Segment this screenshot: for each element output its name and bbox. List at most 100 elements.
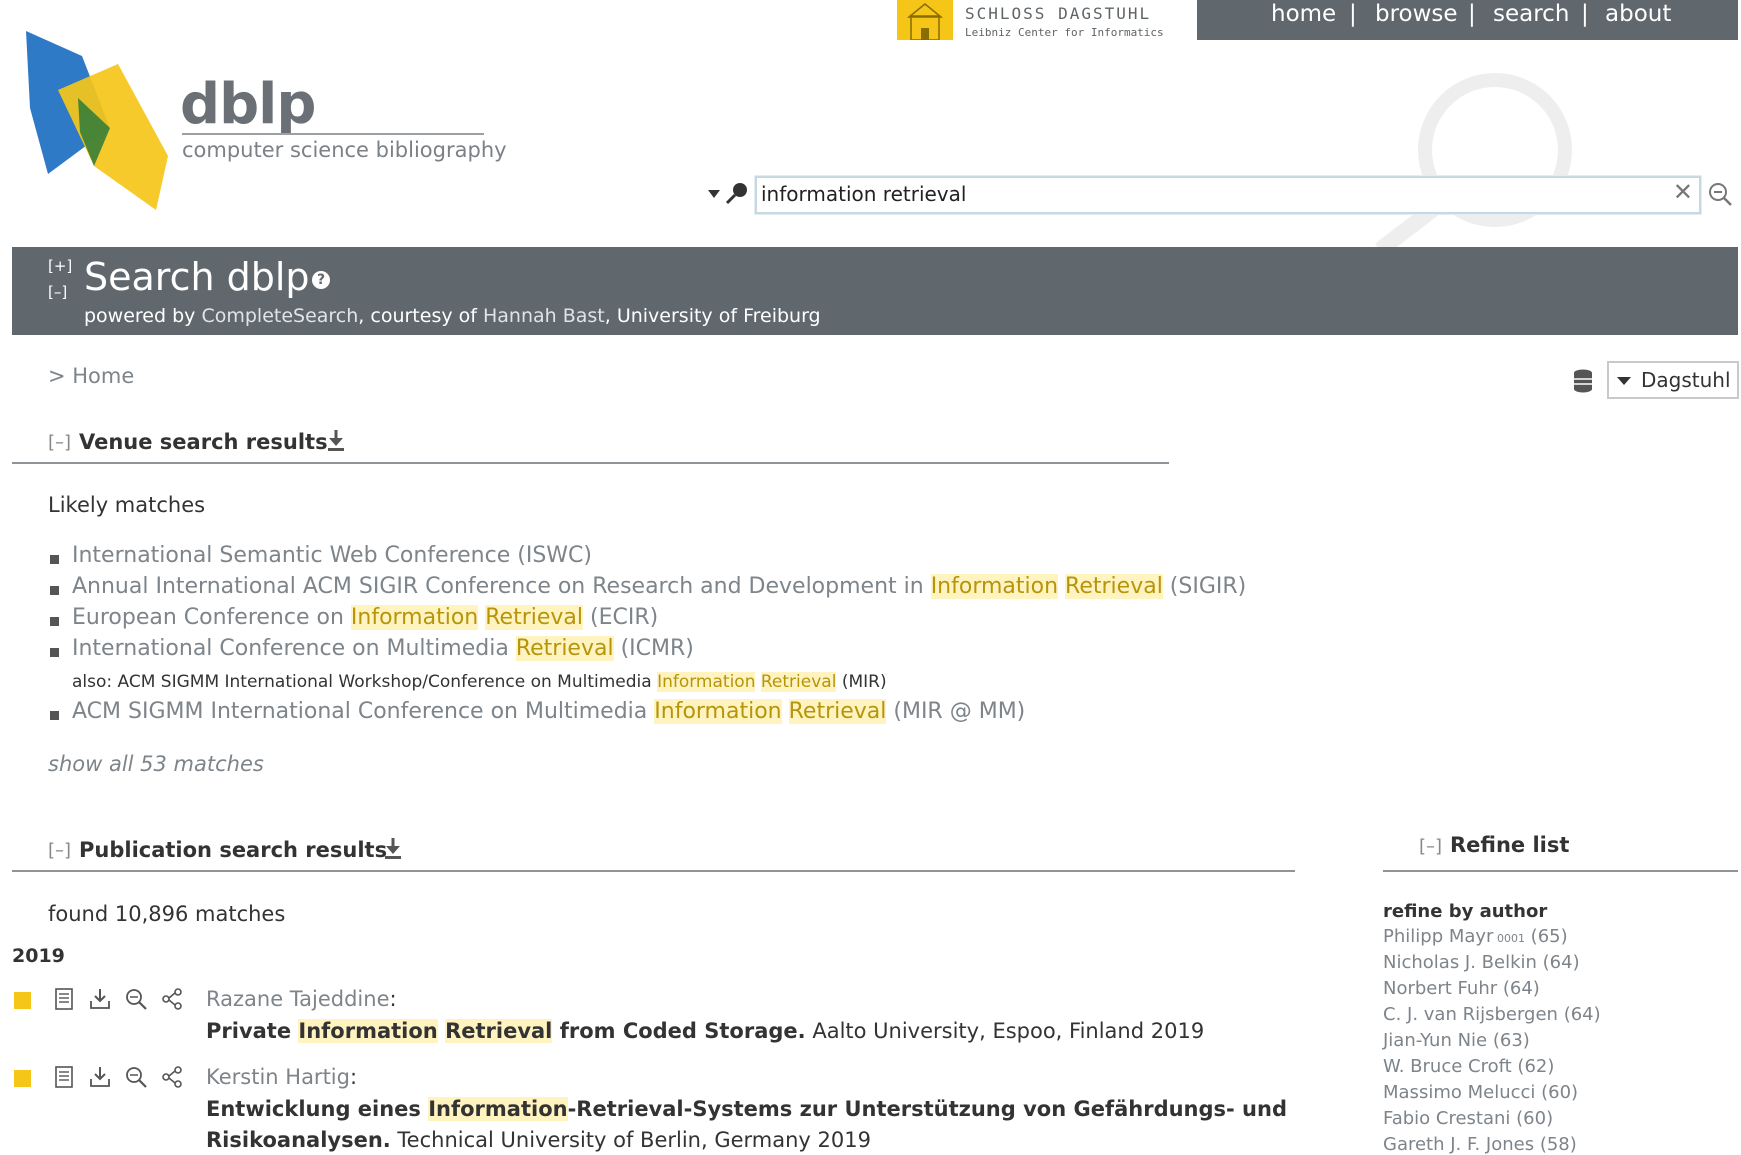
publication-author[interactable]: Razane Tajeddine: (206, 987, 397, 1011)
text-segment: -Retrieval-Systems zur Unterstützung von… (567, 1097, 1287, 1121)
refine-author-item[interactable]: Philipp Mayr 0001 (65) (1383, 926, 1568, 947)
refine-author-count: (64) (1557, 1004, 1601, 1025)
highlighted-term: Retrieval (445, 1019, 553, 1043)
hannah-bast-link[interactable]: Hannah Bast (483, 305, 605, 327)
author-name[interactable]: Kerstin Hartig (206, 1065, 350, 1089)
refine-section-toggle[interactable]: [–] (1419, 836, 1442, 857)
search-history-icon[interactable] (1706, 181, 1734, 207)
nav-home[interactable]: home (1271, 1, 1336, 27)
dagstuhl-subtitle: Leibniz Center for Informatics (965, 26, 1164, 39)
venue-link[interactable]: International Semantic Web Conference (I… (72, 543, 592, 568)
affiliation-text: , University of Freiburg (604, 305, 821, 327)
refine-author-count: (62) (1511, 1056, 1555, 1077)
mirror-selected-value: Dagstuhl (1641, 368, 1731, 392)
refine-author-item[interactable]: Massimo Melucci (60) (1383, 1082, 1578, 1103)
chevron-down-icon (1617, 377, 1631, 385)
expand-all-toggle[interactable]: [+] (48, 257, 72, 275)
search-record-icon[interactable] (124, 987, 148, 1011)
text-segment: Entwicklung eines (206, 1097, 429, 1121)
dagstuhl-banner[interactable]: SCHLOSS DAGSTUHL Leibniz Center for Info… (897, 0, 1171, 41)
mirror-select[interactable]: Dagstuhl (1607, 361, 1739, 399)
venue-link[interactable]: Annual International ACM SIGIR Conferenc… (72, 574, 1246, 599)
publication-type-icon (14, 992, 31, 1009)
nav-about[interactable]: about (1605, 1, 1671, 27)
magnifier-watermark-icon (1370, 70, 1590, 257)
author-name[interactable]: Razane Tajeddine (206, 987, 390, 1011)
highlighted-term: Information (350, 605, 479, 630)
refine-author-count: (58) (1534, 1134, 1577, 1155)
highlighted-term: Information (657, 672, 756, 692)
share-icon[interactable] (160, 987, 184, 1011)
nav-search[interactable]: search (1493, 1, 1569, 27)
electronic-edition-icon[interactable] (52, 987, 76, 1011)
venue-section-toggle[interactable]: [–] (48, 432, 71, 453)
refine-author-name: Fabio Crestani (1383, 1108, 1511, 1129)
search-icon[interactable] (724, 180, 750, 206)
also-venue-note[interactable]: also: ACM SIGMM International Workshop/C… (72, 672, 887, 692)
venue-link[interactable]: European Conference on Information Retri… (72, 605, 658, 630)
nav-browse[interactable]: browse (1375, 1, 1458, 27)
clear-search-icon[interactable]: ✕ (1673, 178, 1693, 206)
help-icon[interactable]: ? (312, 271, 330, 289)
logo-wordmark: dblp (180, 72, 316, 137)
highlighted-term: Retrieval (1065, 574, 1163, 599)
export-record-icon[interactable] (88, 1065, 112, 1089)
venue-link[interactable]: ACM SIGMM International Conference on Mu… (72, 699, 1025, 724)
completesearch-link[interactable]: CompleteSearch (201, 305, 358, 327)
author-colon: : (349, 1065, 358, 1089)
refine-author-item[interactable]: C. J. van Rijsbergen (64) (1383, 1004, 1601, 1025)
text-segment (782, 699, 789, 724)
found-matches-count: found 10,896 matches (48, 902, 286, 926)
refine-author-item[interactable]: Fabio Crestani (60) (1383, 1108, 1553, 1129)
publication-type-icon (14, 1070, 31, 1087)
search-input[interactable] (761, 182, 1641, 206)
dagstuhl-castle-icon (897, 0, 953, 41)
text-segment: from Coded Storage. (552, 1019, 806, 1043)
search-options-dropdown-icon[interactable] (706, 186, 722, 200)
refine-author-name: Massimo Melucci (1383, 1082, 1536, 1103)
publication-section-toggle[interactable]: [–] (48, 840, 71, 861)
text-segment: Private (206, 1019, 299, 1043)
refine-author-name: Jian-Yun Nie (1383, 1030, 1488, 1051)
share-icon[interactable] (160, 1065, 184, 1089)
refine-by-author-heading: refine by author (1383, 901, 1548, 922)
refine-author-item[interactable]: Gareth J. F. Jones (58) (1383, 1134, 1577, 1155)
refine-author-item[interactable]: Norbert Fuhr (64) (1383, 978, 1540, 999)
download-icon[interactable] (383, 836, 403, 860)
publication-title-text: Risikoanalysen. (206, 1128, 391, 1152)
year-heading: 2019 (12, 945, 65, 967)
text-segment: (ECIR) (583, 605, 659, 630)
author-colon: : (389, 987, 397, 1011)
show-all-matches-link[interactable]: show all 53 matches (48, 752, 264, 776)
text-segment: also: ACM SIGMM International Workshop/C… (72, 672, 658, 692)
electronic-edition-icon[interactable] (52, 1065, 76, 1089)
search-record-icon[interactable] (124, 1065, 148, 1089)
refine-author-item[interactable]: Nicholas J. Belkin (64) (1383, 952, 1580, 973)
highlighted-term: Retrieval (788, 699, 887, 724)
nav-separator: | (1349, 1, 1357, 27)
collapse-all-toggle[interactable]: [–] (48, 283, 67, 301)
refine-author-count: (63) (1487, 1030, 1530, 1051)
venue-link[interactable]: International Conference on Multimedia R… (72, 636, 694, 661)
text-segment: (MIR) (836, 672, 887, 692)
publication-section-divider (12, 870, 1295, 872)
refine-author-name: Gareth J. F. Jones (1383, 1134, 1535, 1155)
database-mirror-icon (1572, 368, 1594, 394)
list-bullet (50, 617, 59, 626)
powered-by-text: powered by (84, 305, 202, 327)
search-dblp-header: [+] [–] Search dblp ? powered by Complet… (12, 247, 1738, 335)
breadcrumb[interactable]: > Home (48, 364, 134, 388)
export-record-icon[interactable] (88, 987, 112, 1011)
download-icon[interactable] (326, 428, 346, 452)
refine-author-item[interactable]: W. Bruce Croft (62) (1383, 1056, 1554, 1077)
venue-section-divider (12, 462, 1169, 464)
list-bullet (50, 648, 59, 657)
refine-author-item[interactable]: Jian-Yun Nie (63) (1383, 1030, 1530, 1051)
publication-title-text: Private Information Retrieval from Coded… (206, 1019, 806, 1043)
highlighted-term: Information (654, 699, 782, 724)
publication-author[interactable]: Kerstin Hartig: (206, 1065, 357, 1089)
likely-matches-label: Likely matches (48, 493, 206, 517)
highlighted-term: Retrieval (760, 672, 837, 692)
courtesy-text: , courtesy of (358, 305, 483, 327)
dblp-logo-icon[interactable] (20, 28, 170, 213)
